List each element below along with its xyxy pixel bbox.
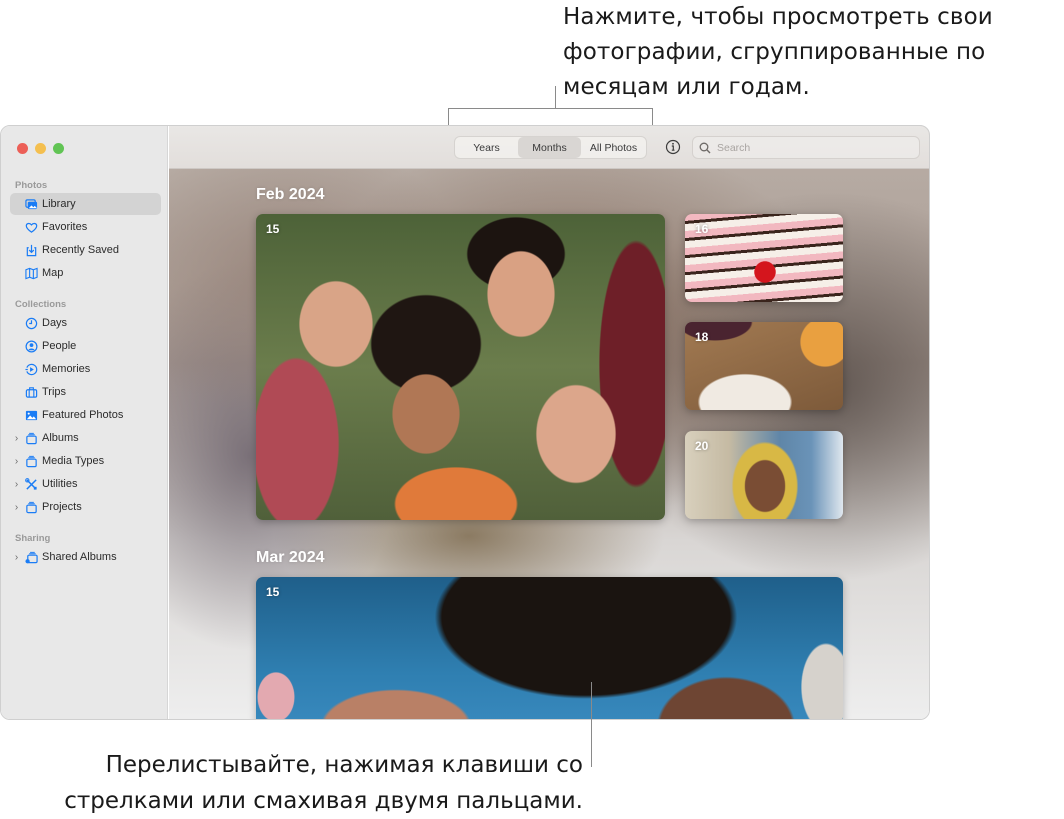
memories-icon xyxy=(24,362,38,376)
search-field[interactable] xyxy=(692,136,920,159)
callout-line: месяцам или годам. xyxy=(563,74,810,100)
view-segmented-control: Years Months All Photos xyxy=(454,136,647,159)
sidebar-item-label: Library xyxy=(42,198,76,210)
sidebar-item-days[interactable]: Days xyxy=(10,312,161,334)
sidebar-section-collections: Collections xyxy=(15,299,67,310)
minimize-button[interactable] xyxy=(35,143,46,154)
all-photos-tab[interactable]: All Photos xyxy=(581,137,646,158)
callout-leader-line xyxy=(591,682,592,767)
photo-day-label: 18 xyxy=(695,330,709,344)
sidebar-item-trips[interactable]: Trips xyxy=(10,381,161,403)
photo-day-label: 20 xyxy=(695,439,709,453)
photo-library-icon xyxy=(24,197,38,211)
chevron-right-icon[interactable]: › xyxy=(10,433,23,444)
sidebar-item-people[interactable]: People xyxy=(10,335,161,357)
sidebar-item-label: Memories xyxy=(42,363,91,375)
map-icon xyxy=(24,266,38,280)
shared-album-icon xyxy=(24,550,38,564)
month-title-mar-2024: Mar 2024 xyxy=(256,549,325,566)
album-stack-icon xyxy=(24,500,38,514)
clock-icon xyxy=(24,316,38,330)
chevron-right-icon[interactable]: › xyxy=(10,552,23,563)
chevron-right-icon[interactable]: › xyxy=(10,479,23,490)
sidebar-item-label: Shared Albums xyxy=(42,551,117,563)
album-stack-icon xyxy=(24,431,38,445)
sidebar-item-label: Days xyxy=(42,317,68,329)
sidebar-item-label: Media Types xyxy=(42,455,105,467)
window-controls xyxy=(17,143,64,154)
sidebar: Photos Library Favorites Recently Saved … xyxy=(1,126,168,719)
sidebar-item-library[interactable]: Library xyxy=(10,193,161,215)
sidebar-item-label: Utilities xyxy=(42,478,78,490)
sidebar-item-featured-photos[interactable]: Featured Photos xyxy=(10,404,161,426)
photo-tile[interactable]: 20 xyxy=(685,431,843,519)
sidebar-item-shared-albums[interactable]: › Shared Albums xyxy=(10,546,161,568)
photo-icon xyxy=(24,408,38,422)
sidebar-item-label: Albums xyxy=(42,432,79,444)
info-button[interactable] xyxy=(665,139,681,155)
sidebar-item-projects[interactable]: › Projects xyxy=(10,496,161,518)
photo-day-label: 15 xyxy=(266,585,280,599)
callout-line: фотографии, сгруппированные по xyxy=(563,39,986,65)
sidebar-item-media-types[interactable]: › Media Types xyxy=(10,450,161,472)
sidebar-item-favorites[interactable]: Favorites xyxy=(10,216,161,238)
years-tab[interactable]: Years xyxy=(455,137,518,158)
photo-day-label: 16 xyxy=(695,222,709,236)
close-button[interactable] xyxy=(17,143,28,154)
photo-tile[interactable]: 15 xyxy=(256,214,665,520)
sidebar-section-photos: Photos xyxy=(15,180,48,191)
callout-line: Перелистывайте, нажимая клавиши со xyxy=(105,752,583,778)
photo-day-label: 15 xyxy=(266,222,280,236)
tools-icon xyxy=(24,477,38,491)
callout-bracket-right xyxy=(652,108,653,126)
search-input[interactable] xyxy=(717,141,907,154)
sidebar-item-label: People xyxy=(42,340,77,352)
sidebar-item-label: Featured Photos xyxy=(42,409,124,421)
callout-line: Нажмите, чтобы просмотреть свои xyxy=(563,4,993,30)
suitcase-icon xyxy=(24,385,38,399)
toolbar: Years Months All Photos xyxy=(169,126,929,169)
sidebar-item-memories[interactable]: Memories xyxy=(10,358,161,380)
callout-bracket-left xyxy=(448,108,449,126)
info-circle-icon xyxy=(665,139,681,159)
photo-library-view[interactable]: Years Months All Photos Feb 2024 15 16 1… xyxy=(169,126,929,719)
person-circle-icon xyxy=(24,339,38,353)
sidebar-item-label: Favorites xyxy=(42,221,88,233)
callout-bracket xyxy=(448,108,653,109)
chevron-right-icon[interactable]: › xyxy=(10,502,23,513)
sidebar-item-label: Projects xyxy=(42,501,82,513)
callout-leader-line xyxy=(555,86,556,108)
sidebar-item-albums[interactable]: › Albums xyxy=(10,427,161,449)
sidebar-item-label: Map xyxy=(42,267,64,279)
sidebar-item-utilities[interactable]: › Utilities xyxy=(10,473,161,495)
sidebar-item-label: Recently Saved xyxy=(42,244,120,256)
callout-view-options: Нажмите, чтобы просмотреть свои фотограф… xyxy=(563,0,1063,105)
callout-line: стрелками или смахивая двумя пальцами. xyxy=(64,788,583,814)
sidebar-item-recently-saved[interactable]: Recently Saved xyxy=(10,239,161,261)
search-icon xyxy=(699,142,711,153)
sidebar-item-map[interactable]: Map xyxy=(10,262,161,284)
download-tray-icon xyxy=(24,243,38,257)
sidebar-section-sharing: Sharing xyxy=(15,533,51,544)
photo-tile[interactable]: 16 xyxy=(685,214,843,302)
photo-tile[interactable]: 15 xyxy=(256,577,843,719)
album-stack-icon xyxy=(24,454,38,468)
heart-icon xyxy=(24,220,38,234)
photos-window: Photos Library Favorites Recently Saved … xyxy=(0,125,930,720)
sidebar-item-label: Trips xyxy=(42,386,67,398)
month-title-feb-2024: Feb 2024 xyxy=(256,186,325,203)
callout-navigation: Перелистывайте, нажимая клавиши со стрел… xyxy=(64,747,583,819)
zoom-button[interactable] xyxy=(53,143,64,154)
photo-tile[interactable]: 18 xyxy=(685,322,843,410)
months-tab[interactable]: Months xyxy=(518,137,581,158)
chevron-right-icon[interactable]: › xyxy=(10,456,23,467)
